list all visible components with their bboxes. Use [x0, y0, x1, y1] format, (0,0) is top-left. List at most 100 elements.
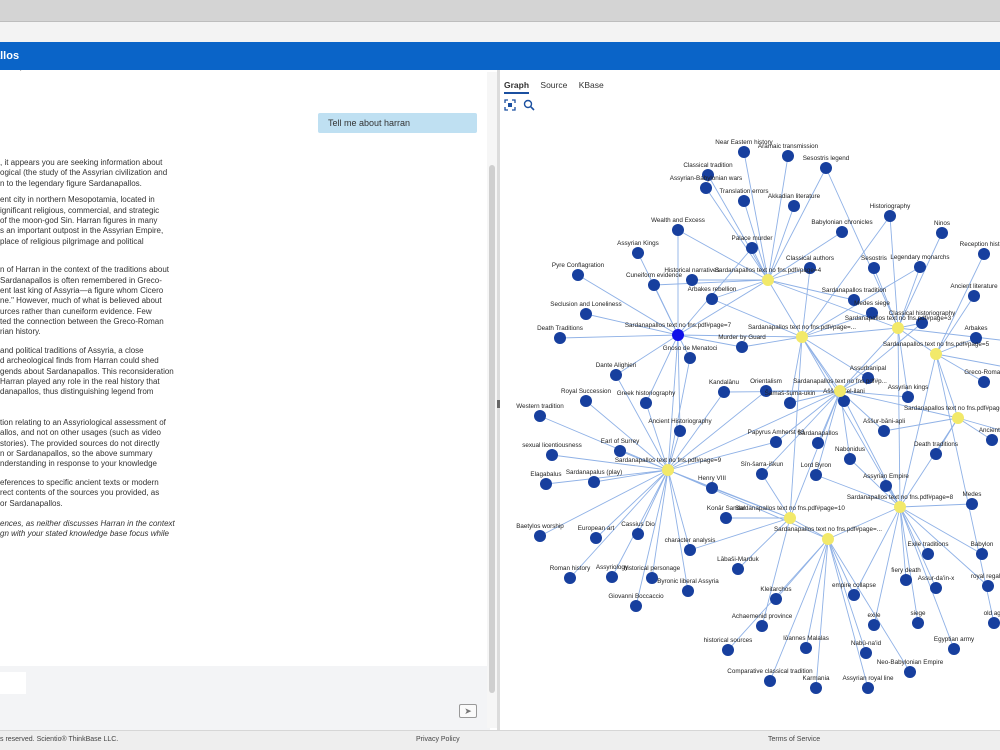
graph-node-dot[interactable]	[782, 150, 794, 162]
graph-node[interactable]: Exile traditions	[908, 541, 949, 560]
knowledge-graph[interactable]: Near Eastern historyAramaic transmission…	[500, 70, 1000, 730]
graph-hub-node-dot[interactable]	[796, 331, 808, 343]
graph-node[interactable]: Death traditions	[914, 441, 958, 460]
graph-node-dot[interactable]	[930, 582, 942, 594]
graph-node[interactable]: Dante Alighieri	[596, 362, 637, 381]
graph-node[interactable]: Cassius Dio	[621, 521, 655, 540]
graph-node[interactable]: Achaemenid province	[732, 613, 793, 632]
graph-node-dot[interactable]	[554, 332, 566, 344]
graph-node[interactable]: fiery death	[891, 567, 921, 586]
graph-node-dot[interactable]	[736, 341, 748, 353]
graph-node-dot[interactable]	[738, 195, 750, 207]
graph-node-dot[interactable]	[800, 642, 812, 654]
graph-hub-node[interactable]: Sardanapallos text no fns.pdf#page=7	[625, 322, 732, 341]
terms-link[interactable]: Terms of Service	[768, 731, 820, 749]
graph-node-dot[interactable]	[686, 274, 698, 286]
graph-node[interactable]: Assyrian Kings	[617, 240, 659, 259]
graph-node[interactable]: Sesostris legend	[803, 155, 850, 174]
graph-hub-node-dot[interactable]	[784, 512, 796, 524]
graph-node[interactable]: Assur-da'in-x	[918, 575, 955, 594]
graph-node-dot[interactable]	[590, 532, 602, 544]
graph-node-dot[interactable]	[810, 469, 822, 481]
graph-node-dot[interactable]	[764, 675, 776, 687]
graph-node-dot[interactable]	[810, 682, 822, 694]
graph-node-dot[interactable]	[684, 352, 696, 364]
graph-node-dot[interactable]	[706, 482, 718, 494]
graph-node-dot[interactable]	[966, 498, 978, 510]
tab-source[interactable]: Source	[540, 80, 567, 92]
graph-node-dot[interactable]	[978, 248, 990, 260]
graph-node[interactable]: Greek historiography	[617, 390, 676, 409]
graph-node-dot[interactable]	[534, 530, 546, 542]
graph-node-dot[interactable]	[632, 528, 644, 540]
graph-node[interactable]: Egyptian army	[934, 636, 975, 655]
graph-node[interactable]: old age	[984, 610, 1000, 629]
graph-node-dot[interactable]	[738, 146, 750, 158]
tab-kbase[interactable]: KBase	[579, 80, 604, 92]
graph-node[interactable]: Ancient Historiography	[648, 418, 713, 437]
graph-node[interactable]: Sesostris	[861, 255, 887, 274]
graph-hub-node-dot[interactable]	[952, 412, 964, 424]
graph-node-dot[interactable]	[646, 572, 658, 584]
graph-hub-node-dot[interactable]	[834, 385, 846, 397]
graph-node-dot[interactable]	[900, 574, 912, 586]
graph-node-dot[interactable]	[862, 682, 874, 694]
graph-node-dot[interactable]	[540, 478, 552, 490]
chat-scrollbar-thumb[interactable]	[489, 165, 495, 693]
graph-node-dot[interactable]	[588, 476, 600, 488]
graph-hub-node-dot[interactable]	[662, 464, 674, 476]
graph-node-dot[interactable]	[674, 425, 686, 437]
graph-node-dot[interactable]	[718, 386, 730, 398]
graph-node[interactable]: Kleitarchos	[760, 586, 792, 605]
graph-node-dot[interactable]	[770, 593, 782, 605]
graph-node-dot[interactable]	[682, 585, 694, 597]
graph-node-dot[interactable]	[912, 617, 924, 629]
graph-node[interactable]: empire collapse	[832, 582, 877, 601]
graph-node-dot[interactable]	[812, 437, 824, 449]
graph-node[interactable]: Seclusion and Loneliness	[550, 301, 622, 320]
graph-node-dot[interactable]	[788, 200, 800, 212]
graph-node[interactable]: Arbakes rebellion	[688, 286, 737, 305]
graph-node-dot[interactable]	[580, 308, 592, 320]
graph-node-dot[interactable]	[978, 376, 990, 388]
graph-node[interactable]: Babylonian chronicles	[811, 219, 873, 238]
graph-node[interactable]: Assyrian Empire	[863, 473, 909, 492]
graph-node-dot[interactable]	[632, 247, 644, 259]
graph-node-dot[interactable]	[706, 293, 718, 305]
fit-screen-icon[interactable]	[504, 99, 516, 111]
graph-node-dot[interactable]	[968, 290, 980, 302]
graph-node[interactable]: Ancient literature	[950, 283, 998, 302]
graph-hub-node[interactable]: Sardanapallos text no fns.pdf#page=10	[735, 505, 845, 524]
graph-node[interactable]: Babylon	[971, 541, 994, 560]
graph-node[interactable]: character analysis	[665, 537, 716, 556]
graph-hub-node[interactable]: Sardanapallos text no fns.pdf#page=5	[883, 341, 990, 360]
graph-hub-node-dot[interactable]	[930, 348, 942, 360]
graph-node[interactable]: Gnoso de Menatoci	[663, 345, 718, 364]
graph-node[interactable]: Cuneiform evidence	[626, 272, 682, 291]
graph-hub-node-dot[interactable]	[672, 329, 684, 341]
graph-node[interactable]: Elagabalus	[530, 471, 562, 490]
graph-node[interactable]: Sardanapallos	[798, 430, 838, 449]
graph-node-dot[interactable]	[572, 269, 584, 281]
graph-node[interactable]: Palace murder	[732, 235, 773, 254]
graph-node[interactable]: Earl of Surrey	[601, 438, 640, 457]
graph-node-dot[interactable]	[534, 410, 546, 422]
graph-node-dot[interactable]	[878, 425, 890, 437]
graph-node-dot[interactable]	[720, 512, 732, 524]
graph-node-dot[interactable]	[648, 279, 660, 291]
graph-hub-node[interactable]: Sardanapallos text no fns.pdf#page=...	[904, 405, 1000, 424]
graph-hub-node[interactable]: Sardanapallos text no fns.pdf#page=...	[774, 526, 882, 545]
graph-node[interactable]: Karmania	[803, 675, 830, 694]
privacy-link[interactable]: Privacy Policy	[416, 731, 460, 749]
chat-input[interactable]	[0, 672, 26, 694]
graph-node[interactable]: Translation errors	[719, 188, 769, 207]
graph-node-dot[interactable]	[770, 436, 782, 448]
graph-node-dot[interactable]	[672, 224, 684, 236]
graph-node-dot[interactable]	[610, 369, 622, 381]
graph-hub-node[interactable]: Sardanapallos text no fns.pdf#page=9	[615, 457, 722, 476]
graph-node[interactable]: Nabonidus	[835, 446, 865, 465]
graph-node-dot[interactable]	[904, 666, 916, 678]
graph-node-dot[interactable]	[580, 395, 592, 407]
graph-node-dot[interactable]	[606, 571, 618, 583]
graph-node[interactable]: Western tradition	[516, 403, 564, 422]
